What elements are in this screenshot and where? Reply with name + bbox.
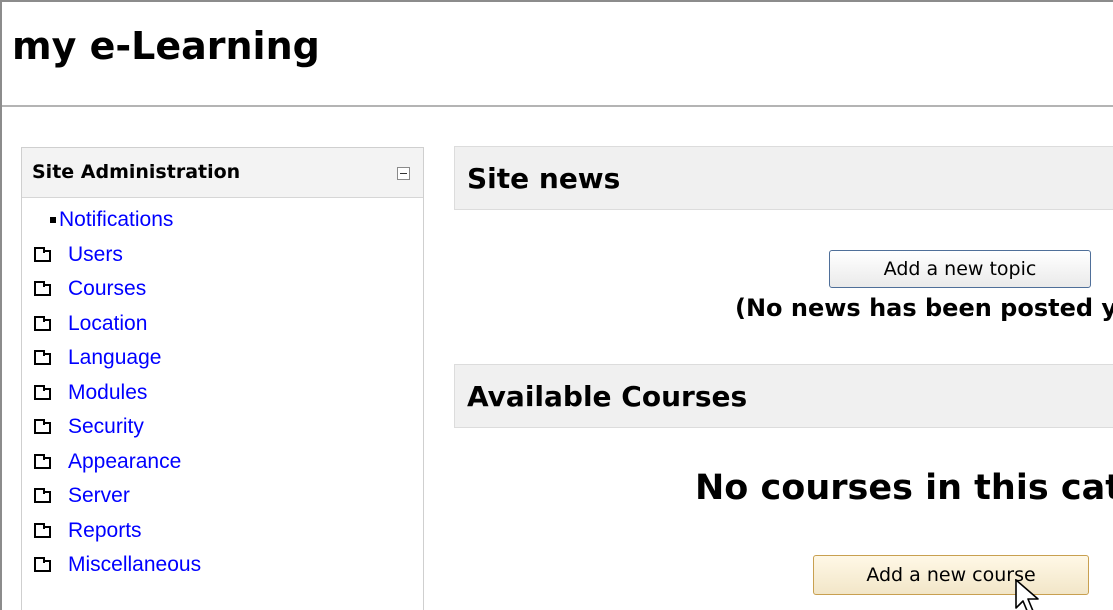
site-administration-block: Site Administration Notifications Users … — [21, 147, 424, 610]
folder-icon[interactable] — [34, 246, 51, 262]
no-courses-message: No courses in this category — [695, 468, 1113, 508]
folder-icon[interactable] — [34, 488, 51, 503]
folder-icon[interactable] — [34, 419, 51, 434]
site-title: my e-Learning — [12, 24, 320, 68]
admin-link-modules[interactable]: Modules — [68, 381, 147, 405]
admin-item-server: Server — [22, 482, 402, 517]
mouse-pointer-icon — [1015, 579, 1039, 610]
folder-icon[interactable] — [34, 453, 51, 469]
admin-item-notifications: Notifications — [22, 206, 402, 241]
page-frame: my e-Learning Site Administration Notifi… — [0, 0, 1113, 610]
folder-icon[interactable] — [34, 315, 51, 331]
admin-item-appearance: Appearance — [22, 448, 402, 483]
folder-icon[interactable] — [34, 350, 51, 365]
admin-item-miscellaneous: Miscellaneous — [22, 551, 402, 586]
bullet-icon — [50, 217, 56, 223]
available-courses-header: Available Courses — [454, 364, 1113, 428]
folder-icon[interactable] — [34, 281, 51, 296]
admin-link-language[interactable]: Language — [68, 346, 161, 370]
site-administration-title: Site Administration — [32, 161, 241, 183]
folder-icon[interactable] — [34, 557, 51, 572]
add-new-course-button[interactable]: Add a new course — [813, 555, 1089, 595]
admin-link-location[interactable]: Location — [68, 312, 147, 336]
admin-item-location: Location — [22, 310, 402, 345]
site-administration-list: Notifications Users Courses Location Lan… — [22, 206, 402, 586]
available-courses-title: Available Courses — [467, 380, 748, 413]
admin-item-modules: Modules — [22, 379, 402, 414]
no-news-message: (No news has been posted yet) — [735, 294, 1113, 322]
add-new-topic-button[interactable]: Add a new topic — [829, 250, 1091, 288]
site-administration-header: Site Administration — [22, 148, 423, 198]
header-divider — [2, 105, 1113, 107]
admin-item-language: Language — [22, 344, 402, 379]
admin-link-courses[interactable]: Courses — [68, 277, 146, 301]
folder-icon[interactable] — [34, 522, 51, 538]
admin-link-users[interactable]: Users — [68, 243, 123, 267]
admin-link-notifications[interactable]: Notifications — [59, 208, 173, 232]
admin-link-server[interactable]: Server — [68, 484, 130, 508]
admin-link-appearance[interactable]: Appearance — [68, 450, 181, 474]
minus-box-icon[interactable] — [397, 167, 410, 180]
admin-item-users: Users — [22, 241, 402, 276]
admin-item-courses: Courses — [22, 275, 402, 310]
admin-link-reports[interactable]: Reports — [68, 519, 142, 543]
admin-item-security: Security — [22, 413, 402, 448]
admin-item-reports: Reports — [22, 517, 402, 552]
admin-link-security[interactable]: Security — [68, 415, 144, 439]
admin-link-miscellaneous[interactable]: Miscellaneous — [68, 553, 201, 577]
site-news-title: Site news — [467, 162, 621, 195]
folder-icon[interactable] — [34, 384, 51, 400]
site-news-header: Site news — [454, 146, 1113, 210]
